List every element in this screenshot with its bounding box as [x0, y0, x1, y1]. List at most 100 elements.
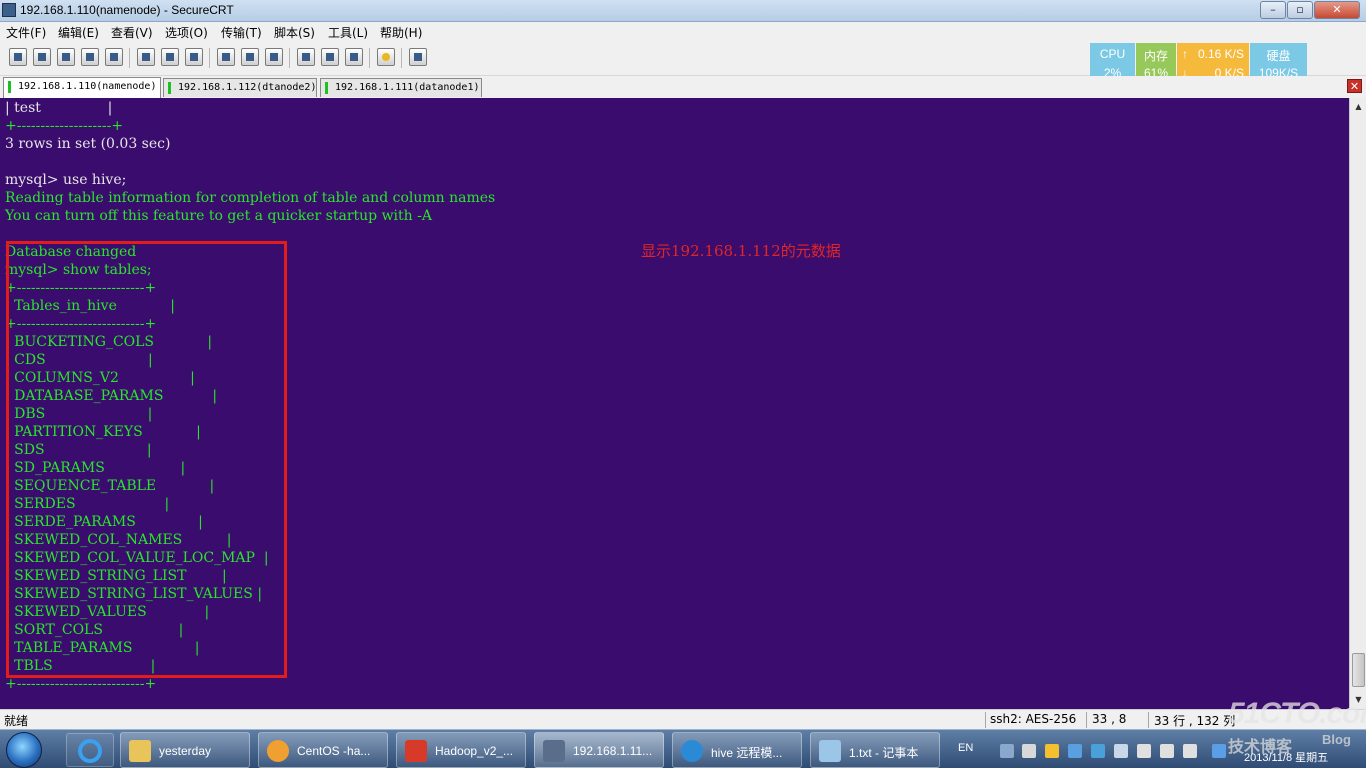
terminal-line: 3 rows in set (0.03 sec) [5, 136, 171, 152]
menu-edit[interactable]: 编辑(E) [58, 24, 99, 41]
securecrt-app-icon[interactable] [2, 3, 16, 17]
tray-flag-icon[interactable] [1183, 744, 1197, 758]
notepad-icon [819, 740, 841, 762]
tab-namenode[interactable]: 192.168.1.110(namenode) [3, 77, 161, 98]
terminal-line: mysql> use hive; [5, 172, 127, 188]
print-setup-icon[interactable] [265, 48, 283, 66]
session-tab-strip: 192.168.1.110(namenode) 192.168.1.112(dt… [0, 76, 1366, 98]
tray-security-icon[interactable] [1045, 744, 1059, 758]
connected-status-icon [168, 82, 171, 94]
start-button[interactable] [6, 732, 42, 768]
site-watermark: 51CTO.com [1228, 697, 1366, 730]
tray-volume-icon[interactable] [1160, 744, 1174, 758]
tab-label: 192.168.1.112(dtanode2) [178, 82, 317, 93]
connected-status-icon [325, 82, 328, 94]
taskbar-item-centos[interactable]: CentOS -ha... [258, 732, 388, 768]
terminal-output[interactable]: | test | +--------------------+ 3 rows i… [0, 98, 1349, 709]
taskbar-clock[interactable]: 2013/11/8 星期五 [1244, 749, 1328, 765]
status-divider [985, 712, 986, 728]
status-divider [1086, 712, 1087, 728]
toolbar-separator [289, 48, 290, 68]
toolbar-separator [209, 48, 210, 68]
print-selection-icon[interactable] [241, 48, 259, 66]
tab-datanode1[interactable]: 192.168.1.111(datanode1) [320, 78, 482, 97]
key-map-icon[interactable] [345, 48, 363, 66]
help-icon[interactable] [377, 48, 395, 66]
disk-label: 硬盘 [1266, 49, 1291, 63]
memory-label: 内存 [1143, 49, 1168, 63]
close-tab-icon[interactable]: ✕ [1347, 79, 1362, 93]
menu-tools[interactable]: 工具(L) [328, 24, 368, 41]
terminal-scrollbar[interactable]: ▲ ▼ [1349, 98, 1366, 709]
close-button[interactable]: ✕ [1314, 1, 1360, 19]
terminal-line: +--------------------+ [5, 118, 124, 134]
menu-transfer[interactable]: 传输(T) [221, 24, 262, 41]
connect-icon[interactable] [9, 48, 27, 66]
tray-signal-icon[interactable] [1137, 744, 1151, 758]
global-options-icon[interactable] [321, 48, 339, 66]
tray-network-icon[interactable] [1091, 744, 1105, 758]
tab-label: 192.168.1.111(datanode1) [335, 82, 480, 93]
taskbar-item-yesterday[interactable]: yesterday [120, 732, 250, 768]
tab-dtanode2[interactable]: 192.168.1.112(dtanode2) [163, 78, 317, 97]
annotation-note: 显示192.168.1.112的元数据 [641, 242, 841, 260]
find-icon[interactable] [185, 48, 203, 66]
scroll-thumb[interactable] [1352, 653, 1365, 687]
toolbar-separator [129, 48, 130, 68]
taskbar-item-hadoop-pdf[interactable]: Hadoop_v2_... [396, 732, 526, 768]
red-highlight-box [6, 241, 287, 678]
status-bar: 就绪 ssh2: AES-256 33 , 8 33 行 , 132 列 [0, 709, 1366, 729]
paste-icon[interactable] [161, 48, 179, 66]
menu-view[interactable]: 查看(V) [111, 24, 153, 41]
site-watermark-blog: Blog [1322, 732, 1351, 747]
status-terminal-size: 33 行 , 132 列 [1154, 714, 1236, 728]
quick-connect-icon[interactable] [33, 48, 51, 66]
maximize-button[interactable]: ▫ [1287, 1, 1313, 19]
upload-speed: 0.16 K/S [1197, 47, 1244, 61]
browser-icon [681, 740, 703, 762]
internet-explorer-icon[interactable] [66, 733, 114, 767]
session-options-icon[interactable] [297, 48, 315, 66]
vmware-icon [267, 740, 289, 762]
menu-help[interactable]: 帮助(H) [380, 24, 422, 41]
scroll-up-icon[interactable]: ▲ [1352, 100, 1365, 113]
menu-script[interactable]: 脚本(S) [274, 24, 315, 41]
cpu-label: CPU [1099, 47, 1126, 61]
status-cipher: ssh2: AES-256 [990, 712, 1077, 726]
status-divider [1148, 712, 1149, 728]
menu-options[interactable]: 选项(O) [165, 24, 208, 41]
disconnect-icon[interactable] [105, 48, 123, 66]
tray-mail-icon[interactable] [1212, 744, 1226, 758]
status-ready: 就绪 [4, 714, 29, 728]
tray-keyboard-icon[interactable] [1000, 744, 1014, 758]
tray-app-icon[interactable] [1068, 744, 1082, 758]
terminal-line: Reading table information for completion… [5, 190, 496, 206]
folder-icon [129, 740, 151, 762]
tray-battery-icon[interactable] [1114, 744, 1128, 758]
taskbar-item-notepad[interactable]: 1.txt - 记事本 [810, 732, 940, 768]
windows-taskbar: yesterday CentOS -ha... Hadoop_v2_... 19… [0, 729, 1366, 768]
menu-bar: 文件(F) 编辑(E) 查看(V) 选项(O) 传输(T) 脚本(S) 工具(L… [0, 22, 1366, 42]
toolbar-separator [369, 48, 370, 68]
print-icon[interactable] [217, 48, 235, 66]
sftp-icon[interactable] [409, 48, 427, 66]
upload-arrow-icon: ↑ [1182, 47, 1188, 61]
toolbar-separator [401, 48, 402, 68]
status-cursor-position: 33 , 8 [1092, 712, 1127, 726]
minimize-button[interactable]: – [1260, 1, 1286, 19]
connect-tab-icon[interactable] [57, 48, 75, 66]
window-title: 192.168.1.110(namenode) - SecureCRT [20, 3, 234, 17]
terminal-icon [543, 740, 565, 762]
taskbar-item-hive-browser[interactable]: hive 远程模... [672, 732, 802, 768]
menu-file[interactable]: 文件(F) [6, 24, 46, 41]
tray-show-hidden-icon[interactable] [1022, 744, 1036, 758]
copy-icon[interactable] [137, 48, 155, 66]
securecrt-window: 192.168.1.110(namenode) - SecureCRT – ▫ … [0, 0, 1366, 768]
terminal-line: You can turn off this feature to get a q… [5, 208, 432, 224]
terminal-line: | test | [5, 100, 113, 116]
taskbar-item-securecrt[interactable]: 192.168.1.11... [534, 732, 664, 768]
connected-status-icon [8, 81, 11, 93]
reconnect-icon[interactable] [81, 48, 99, 66]
tab-label: 192.168.1.110(namenode) [18, 81, 157, 92]
language-indicator[interactable]: EN [958, 742, 973, 754]
